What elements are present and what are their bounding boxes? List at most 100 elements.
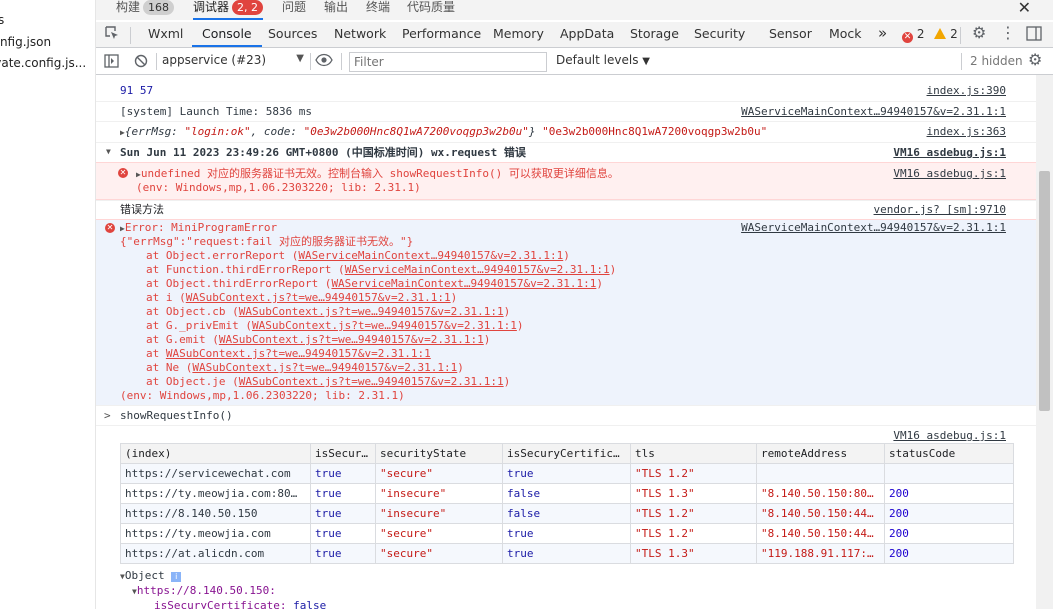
source-link[interactable]: VM16 asdebug.js:1: [893, 429, 1006, 443]
tab-memory[interactable]: Memory: [493, 22, 544, 47]
tab-output[interactable]: 输出: [324, 0, 348, 16]
file-item[interactable]: rivate.config.js...: [0, 56, 86, 70]
tab-debugger[interactable]: 调试器 2, 2: [193, 0, 264, 20]
console-message: 错误方法 vendor.js? [sm]:9710: [96, 200, 1036, 219]
object-tree-child[interactable]: ▼https://8.140.50.150:: [132, 584, 276, 599]
tab-network[interactable]: Network: [334, 22, 386, 47]
tab-sensor[interactable]: Sensor: [769, 22, 812, 47]
table-cell: "TLS 1.2": [630, 523, 757, 544]
stack-frame: at Object.thirdErrorReport (WAServiceMai…: [146, 277, 603, 290]
dock-side-icon[interactable]: [1026, 26, 1042, 45]
object-preview[interactable]: ▶{errMsg: "login:ok", code: "0e3w2b000Hn…: [120, 125, 767, 140]
divider: [130, 27, 131, 44]
stack-frame-link[interactable]: WASubContext.js?t=we…94940157&v=2.31.1:1: [239, 305, 504, 318]
collapse-triangle-icon: ▼: [106, 147, 111, 156]
stack-frame-link[interactable]: WAServiceMainContext…94940157&v=2.31.1:1: [345, 263, 610, 276]
close-icon[interactable]: ✕: [1018, 0, 1031, 16]
panel-tabs: Wxml Console Sources Network Performance…: [96, 22, 1053, 48]
info-icon: i: [171, 572, 182, 582]
stack-frame-link[interactable]: WASubContext.js?t=we…94940157&v=2.31.1:1: [166, 347, 431, 360]
source-link[interactable]: WAServiceMainContext…94940157&v=2.31.1:1: [741, 221, 1006, 235]
table-cell: [884, 463, 1014, 484]
table-cell: "insecure": [375, 503, 503, 524]
stack-frame: at Object.errorReport (WAServiceMainCont…: [146, 249, 570, 262]
source-link[interactable]: index.js:363: [927, 125, 1006, 139]
table-cell: [756, 463, 885, 484]
table-header-cell[interactable]: tls: [630, 443, 757, 464]
table-header-cell[interactable]: remoteAddress: [756, 443, 885, 464]
console-output: 91 57 index.js:390 [system] Launch Time:…: [96, 75, 1036, 609]
stack-frame-link[interactable]: WASubContext.js?t=we…94940157&v=2.31.1:1: [192, 361, 457, 374]
filter-input[interactable]: [349, 52, 547, 72]
table-cell: "secure": [375, 523, 503, 544]
table-cell: true: [502, 463, 631, 484]
stack-frame-link[interactable]: WASubContext.js?t=we…94940157&v=2.31.1:1: [186, 291, 451, 304]
source-link[interactable]: VM16 asdebug.js:1: [893, 167, 1006, 181]
log-levels-dropdown[interactable]: Default levels ▼: [556, 53, 650, 67]
table-header-cell[interactable]: (index): [120, 443, 311, 464]
stack-frame: at G._privEmit (WASubContext.js?t=we…949…: [146, 319, 524, 332]
table-cell: https://servicewechat.com: [120, 463, 311, 484]
tab-mock[interactable]: Mock: [829, 22, 862, 47]
console-message: [system] Launch Time: 5836 ms WAServiceM…: [96, 101, 1036, 121]
table-cell: https://ty.meowjia.com: [120, 523, 311, 544]
file-item[interactable]: s: [0, 13, 4, 27]
console-scrollbar[interactable]: [1036, 75, 1053, 609]
file-item[interactable]: config.json: [0, 35, 51, 49]
debugger-count-badge: 2, 2: [232, 0, 264, 15]
context-selector[interactable]: appservice (#23) ▼: [162, 53, 304, 67]
clear-console-icon[interactable]: [134, 54, 148, 72]
tab-storage[interactable]: Storage: [630, 22, 679, 47]
tab-performance[interactable]: Performance: [402, 22, 481, 47]
console-input-line[interactable]: > showRequestInfo(): [96, 405, 1036, 425]
table-header-cell[interactable]: isSecur…: [310, 443, 376, 464]
source-link[interactable]: index.js:390: [927, 84, 1006, 98]
eye-icon[interactable]: [315, 53, 333, 71]
error-warning-counter[interactable]: ✕ 2 2: [902, 27, 958, 43]
stack-frame-link[interactable]: WASubContext.js?t=we…94940157&v=2.31.1:1: [239, 375, 504, 388]
sidebar-toggle-icon[interactable]: [104, 54, 119, 72]
table-cell: true: [310, 523, 376, 544]
stack-frame-link[interactable]: WAServiceMainContext…94940157&v=2.31.1:1: [298, 249, 563, 262]
source-link[interactable]: VM16 asdebug.js:1: [893, 146, 1006, 160]
more-options-icon[interactable]: ⋮: [1000, 25, 1016, 41]
tab-problems[interactable]: 问题: [282, 0, 306, 16]
tab-appdata[interactable]: AppData: [560, 22, 614, 47]
inspect-element-icon[interactable]: [105, 26, 119, 44]
table-cell: true: [502, 523, 631, 544]
tab-security[interactable]: Security: [694, 22, 745, 47]
table-cell: true: [502, 543, 631, 564]
console-group-header[interactable]: ▼ Sun Jun 11 2023 23:49:26 GMT+0800 (中国标…: [96, 142, 1036, 162]
stack-frame: at Function.thirdErrorReport (WAServiceM…: [146, 263, 617, 276]
tab-terminal[interactable]: 终端: [366, 0, 390, 16]
stack-frame: at Ne (WASubContext.js?t=we…94940157&v=2…: [146, 361, 464, 374]
gear-icon[interactable]: ⚙: [972, 25, 986, 41]
console-error-message: ✕ ▶Error: MiniProgramError WAServiceMain…: [96, 219, 1036, 405]
tab-console[interactable]: Console: [192, 22, 262, 47]
more-tabs-icon[interactable]: »: [878, 25, 887, 41]
table-cell: false: [502, 483, 631, 504]
tab-sources[interactable]: Sources: [268, 22, 317, 47]
stack-frame: at Object.cb (WASubContext.js?t=we…94940…: [146, 305, 511, 318]
stack-frame-link[interactable]: WASubContext.js?t=we…94940157&v=2.31.1:1: [219, 333, 484, 346]
stack-frame-link[interactable]: WASubContext.js?t=we…94940157&v=2.31.1:1: [252, 319, 517, 332]
table-header-cell[interactable]: securityState: [375, 443, 503, 464]
table-cell: "TLS 1.3": [630, 543, 757, 564]
console-settings-gear-icon[interactable]: ⚙: [1028, 52, 1042, 68]
source-link[interactable]: vendor.js? [sm]:9710: [874, 203, 1006, 217]
object-tree-root[interactable]: ▼Object i: [120, 569, 182, 584]
table-cell: "TLS 1.2": [630, 503, 757, 524]
table-header-cell[interactable]: isSecuryCertifica…: [502, 443, 631, 464]
hidden-messages-count: 2 hidden: [970, 54, 1023, 68]
tab-build[interactable]: 构建 168: [116, 0, 175, 16]
tab-code-quality[interactable]: 代码质量: [407, 0, 455, 16]
table-cell: "secure": [375, 543, 503, 564]
stack-frame-link[interactable]: WAServiceMainContext…94940157&v=2.31.1:1: [331, 277, 596, 290]
tab-wxml[interactable]: Wxml: [148, 22, 183, 47]
table-header-cell[interactable]: statusCode: [884, 443, 1014, 464]
stack-frame: at G.emit (WASubContext.js?t=we…94940157…: [146, 333, 491, 346]
warning-icon: [934, 28, 947, 39]
source-link[interactable]: WAServiceMainContext…94940157&v=2.31.1:1: [741, 105, 1006, 119]
console-toolbar: appservice (#23)▼ Default levels ▼ 2 hid…: [96, 48, 1053, 75]
scrollbar-thumb[interactable]: [1039, 171, 1050, 411]
